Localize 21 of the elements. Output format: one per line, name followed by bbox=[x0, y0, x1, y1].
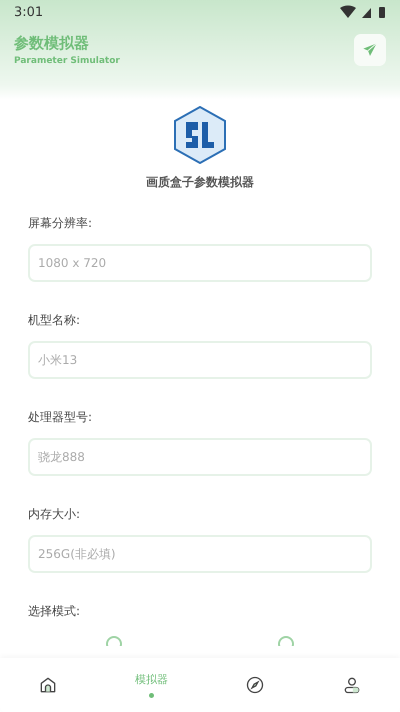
active-dot bbox=[149, 693, 154, 698]
input-field[interactable]: 骁龙888 bbox=[28, 438, 372, 476]
user-icon bbox=[342, 675, 362, 695]
header-subtitle: Parameter Simulator bbox=[14, 56, 120, 66]
input-field[interactable]: 256G(非必填) bbox=[28, 535, 372, 573]
header-title: 参数模拟器 bbox=[14, 34, 90, 53]
field-label: 处理器型号: bbox=[28, 409, 94, 426]
app-logo bbox=[174, 106, 226, 164]
app-name: 画质盒子参数模拟器 bbox=[146, 174, 254, 191]
input-field[interactable]: 1080 x 720 bbox=[28, 244, 372, 282]
mode-label: 选择模式: bbox=[28, 603, 82, 620]
status-icons bbox=[338, 5, 386, 19]
compass-icon bbox=[244, 675, 265, 695]
field-label: 内存大小: bbox=[28, 506, 82, 523]
home-icon bbox=[38, 675, 58, 695]
nav-tab[interactable]: 模拟器 bbox=[125, 668, 178, 702]
status-time: 3:01 bbox=[14, 4, 44, 20]
field-label: 机型名称: bbox=[28, 312, 82, 329]
field-label: 屏幕分辨率: bbox=[28, 215, 94, 232]
input-field[interactable]: 小米13 bbox=[28, 341, 372, 379]
send-icon bbox=[362, 42, 378, 58]
